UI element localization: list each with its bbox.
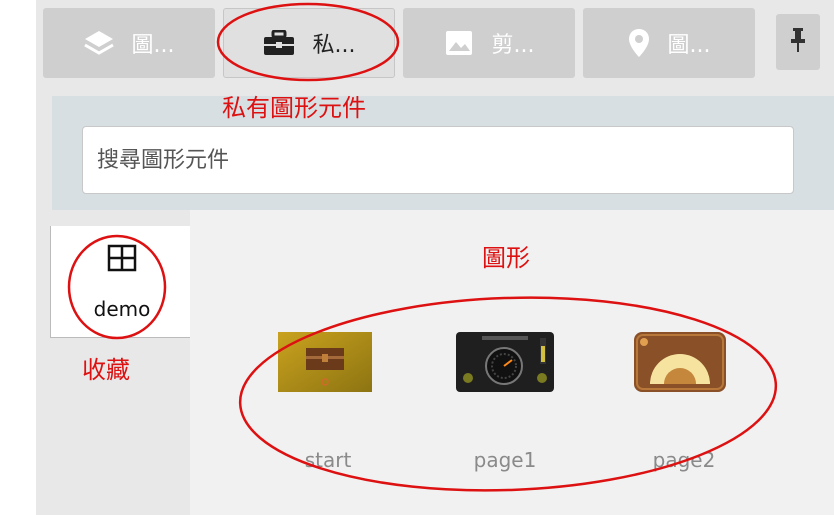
category-item-demo[interactable] [50,226,190,338]
tab-label: 剪... [491,33,535,58]
search-input[interactable] [82,126,794,194]
graphic-item-page1[interactable] [456,332,554,392]
app-root: 圖... 私... 剪... 圖... 搜尋圖形元件 demo start pa… [0,0,834,515]
tab-label: 圖... [667,33,711,58]
graphic-item-page2[interactable] [634,332,726,392]
tab-private[interactable]: 私... [223,8,395,78]
tab-label: 私... [312,33,356,58]
tab-map[interactable]: 圖... [583,8,755,78]
graphic-item-start[interactable] [278,332,372,392]
briefcase-icon [263,30,295,56]
pin-button[interactable] [776,14,820,70]
annotation-private-graphics: 私有圖形元件 [222,94,366,122]
grid-icon [105,244,139,274]
image-icon [444,29,474,57]
layers-icon [83,29,114,57]
category-label: demo [93,297,151,321]
item-label: page1 [473,448,537,472]
item-label: page2 [652,448,716,472]
pushpin-icon [790,27,806,57]
item-label: start [304,448,352,472]
tab-label: 圖... [131,33,175,58]
map-pin-icon [628,28,650,58]
tab-layers[interactable]: 圖... [43,8,215,78]
tab-clipart[interactable]: 剪... [403,8,575,78]
annotation-graphics: 圖形 [482,244,530,272]
annotation-favorites: 收藏 [82,356,130,384]
